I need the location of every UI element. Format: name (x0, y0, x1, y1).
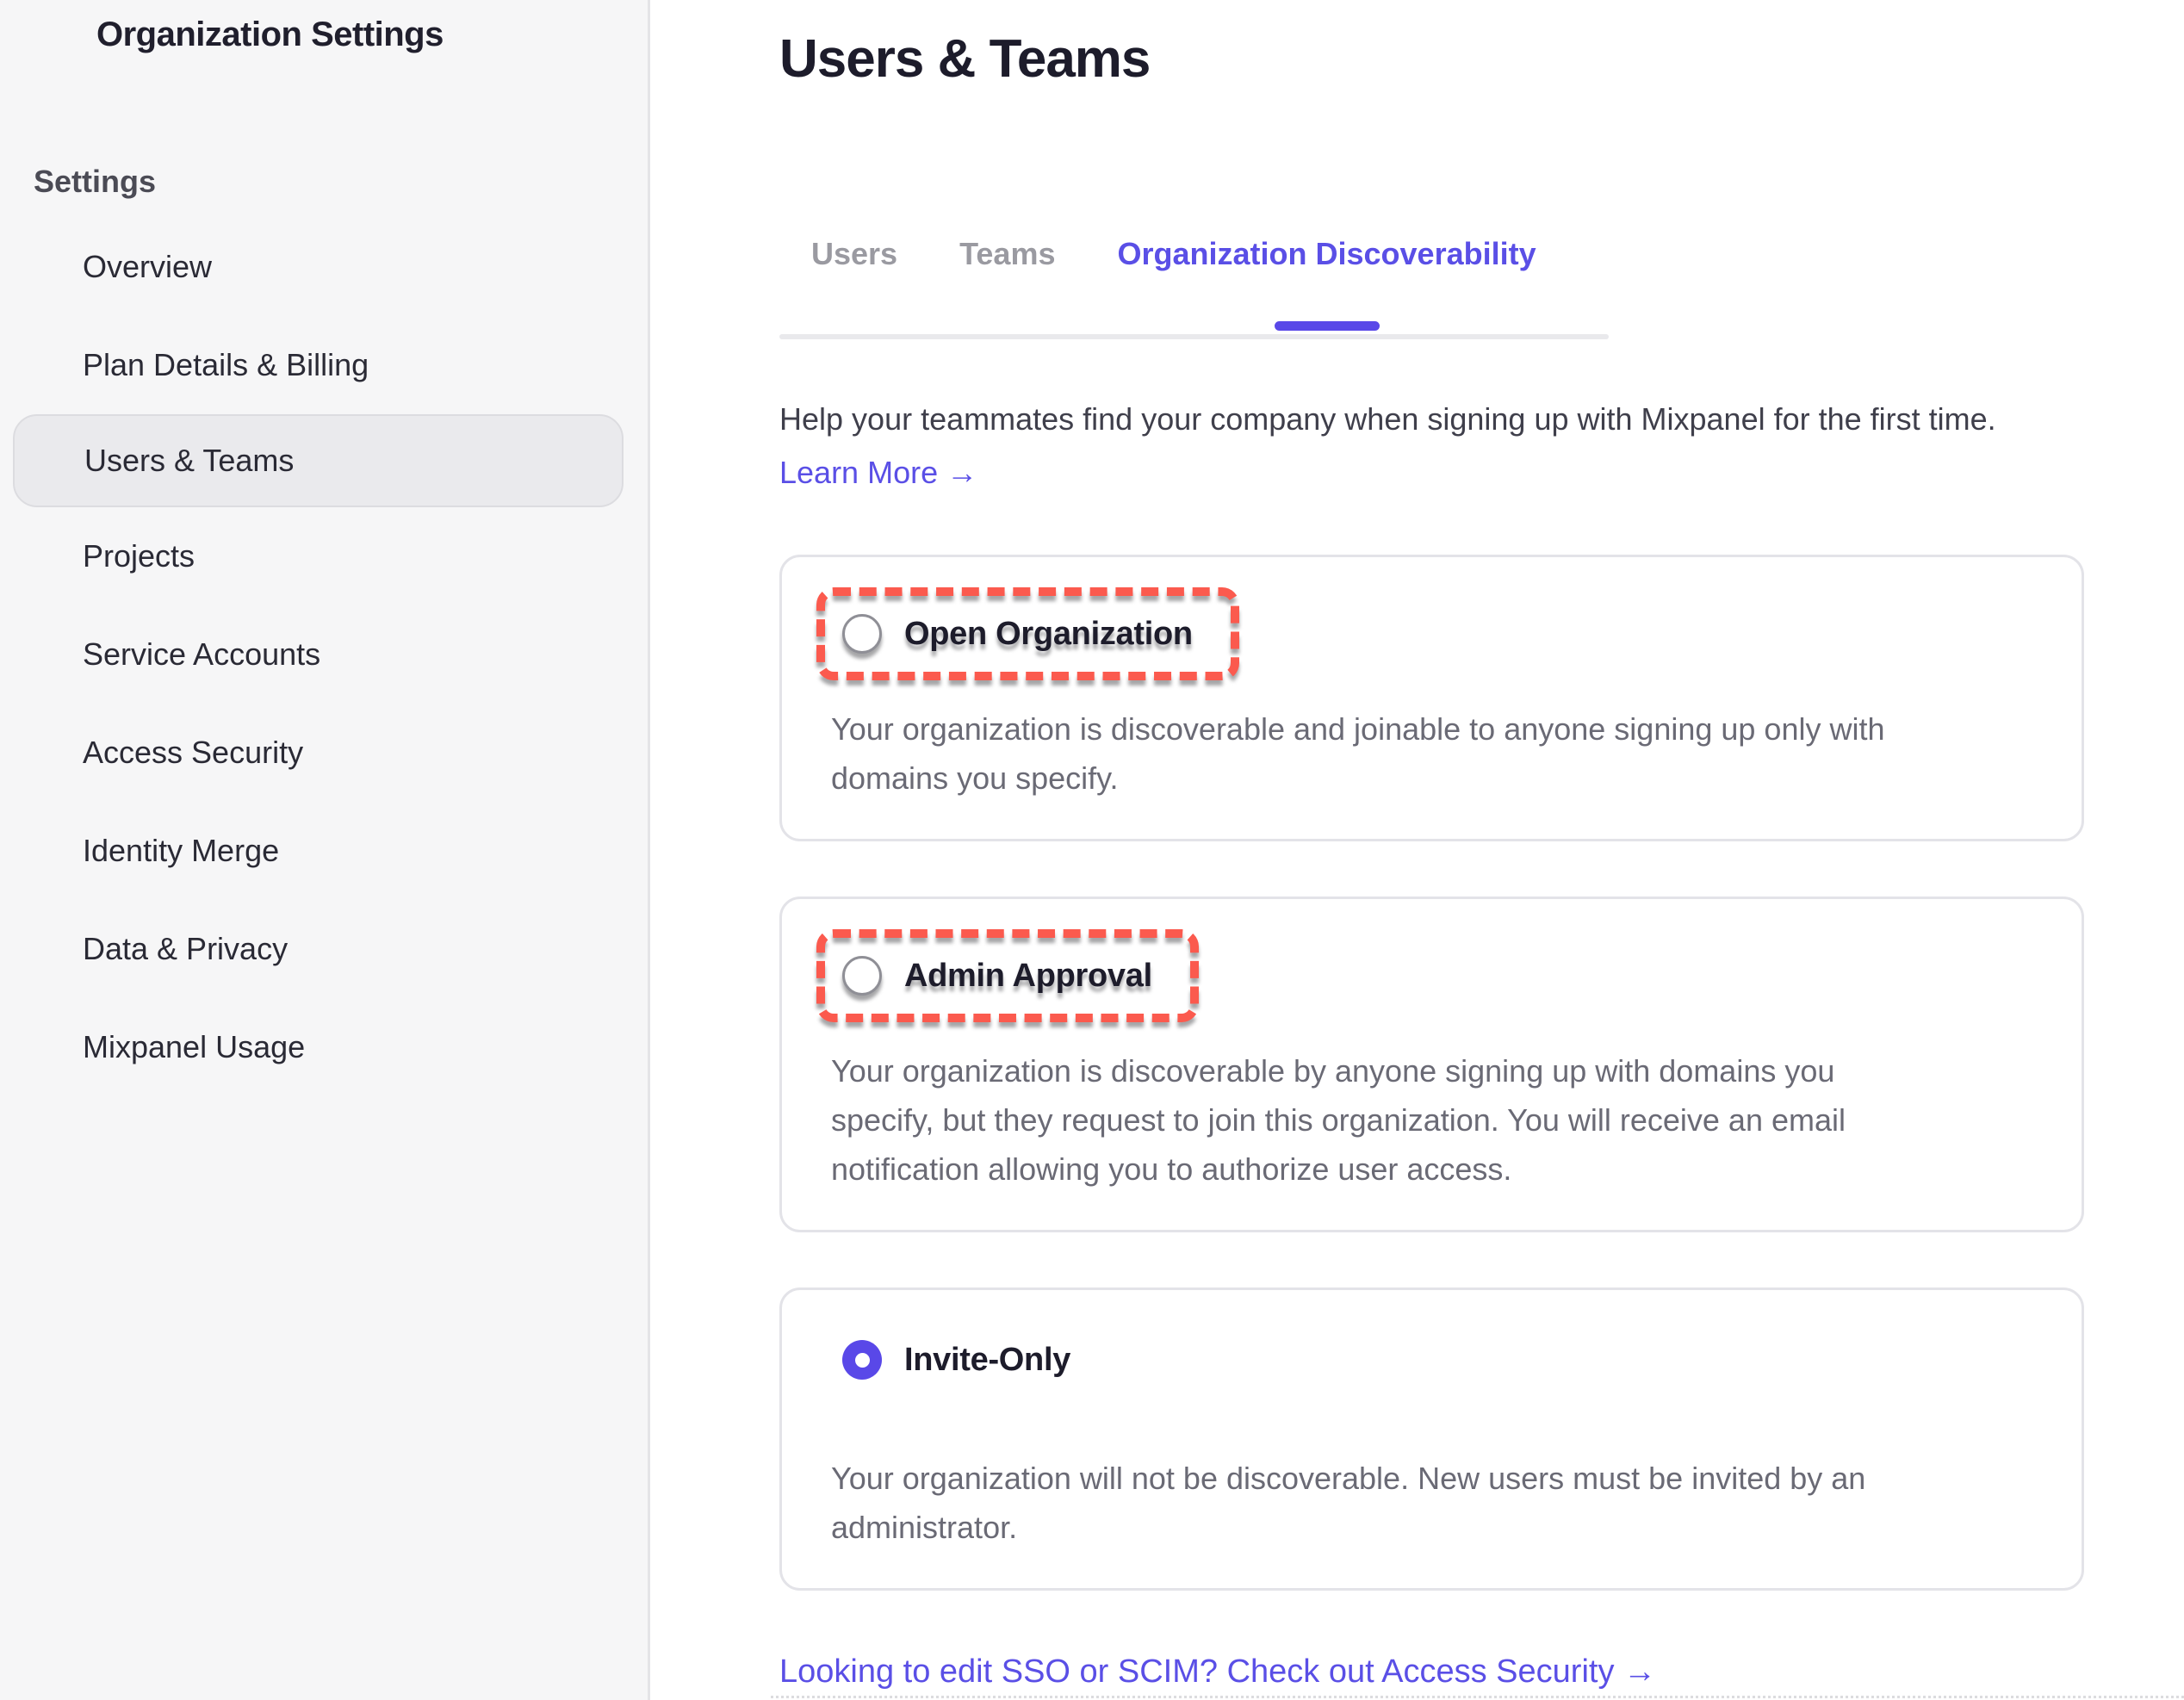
active-tab-indicator (1275, 321, 1380, 331)
annotation-highlight-open-organization: Open Organization (816, 587, 1239, 680)
option-description: Your organization will not be discoverab… (831, 1454, 2037, 1552)
sidebar-item-plan-details-billing[interactable]: Plan Details & Billing (0, 316, 648, 414)
tabs-underline (779, 334, 1609, 339)
sidebar-item-identity-merge[interactable]: Identity Merge (0, 802, 648, 900)
sidebar-item-access-security[interactable]: Access Security (0, 704, 648, 802)
option-card-open-organization: Open Organization Your organization is d… (779, 555, 2084, 841)
tab-users[interactable]: Users (811, 234, 897, 274)
arrow-right-icon: → (946, 455, 977, 490)
radio-invite-only[interactable] (842, 1340, 882, 1380)
sidebar-title: Organization Settings (96, 16, 648, 54)
page-title: Users & Teams (779, 26, 2184, 93)
discoverability-options: Open Organization Your organization is d… (779, 555, 2084, 1591)
arrow-right-icon: → (1623, 1653, 1656, 1690)
option-card-admin-approval: Admin Approval Your organization is disc… (779, 897, 2084, 1232)
option-label-admin-approval[interactable]: Admin Approval (904, 958, 1152, 995)
sidebar-item-data-privacy[interactable]: Data & Privacy (0, 900, 648, 998)
option-card-invite-only: Invite-Only Your organization will not b… (779, 1287, 2084, 1591)
sidebar-item-service-accounts[interactable]: Service Accounts (0, 605, 648, 704)
learn-more-link[interactable]: Learn More → (779, 453, 977, 493)
sidebar-item-projects[interactable]: Projects (0, 507, 648, 605)
tab-teams[interactable]: Teams (959, 234, 1055, 274)
sidebar-item-mixpanel-usage[interactable]: Mixpanel Usage (0, 998, 648, 1096)
option-label-invite-only[interactable]: Invite-Only (904, 1342, 1070, 1379)
sidebar-item-users-teams[interactable]: Users & Teams (13, 414, 624, 507)
option-description: Your organization is discoverable by any… (831, 1046, 2037, 1194)
settings-sidebar: Organization Settings Settings Overview … (0, 0, 650, 1700)
annotation-highlight-admin-approval: Admin Approval (816, 929, 1199, 1022)
tab-bar: Users Teams Organization Discoverability (779, 234, 2184, 339)
app-window: Organization Settings Settings Overview … (0, 0, 2184, 1700)
sidebar-section-label: Settings (34, 164, 648, 200)
main-content: Users & Teams Users Teams Organization D… (650, 0, 2184, 1700)
bottom-divider (771, 1696, 2184, 1698)
radio-open-organization[interactable] (842, 614, 882, 654)
radio-admin-approval[interactable] (842, 956, 882, 996)
option-description: Your organization is discoverable and jo… (831, 704, 2037, 803)
option-label-open-organization[interactable]: Open Organization (904, 616, 1193, 653)
discoverability-intro-text: Help your teammates find your company wh… (779, 400, 2184, 439)
sidebar-item-overview[interactable]: Overview (0, 218, 648, 316)
access-security-link[interactable]: Looking to edit SSO or SCIM? Check out A… (779, 1651, 1656, 1692)
option-head-invite-only: Invite-Only (842, 1340, 1070, 1380)
tab-organization-discoverability[interactable]: Organization Discoverability (1117, 234, 1536, 274)
sidebar-nav: Overview Plan Details & Billing Users & … (0, 218, 648, 1096)
